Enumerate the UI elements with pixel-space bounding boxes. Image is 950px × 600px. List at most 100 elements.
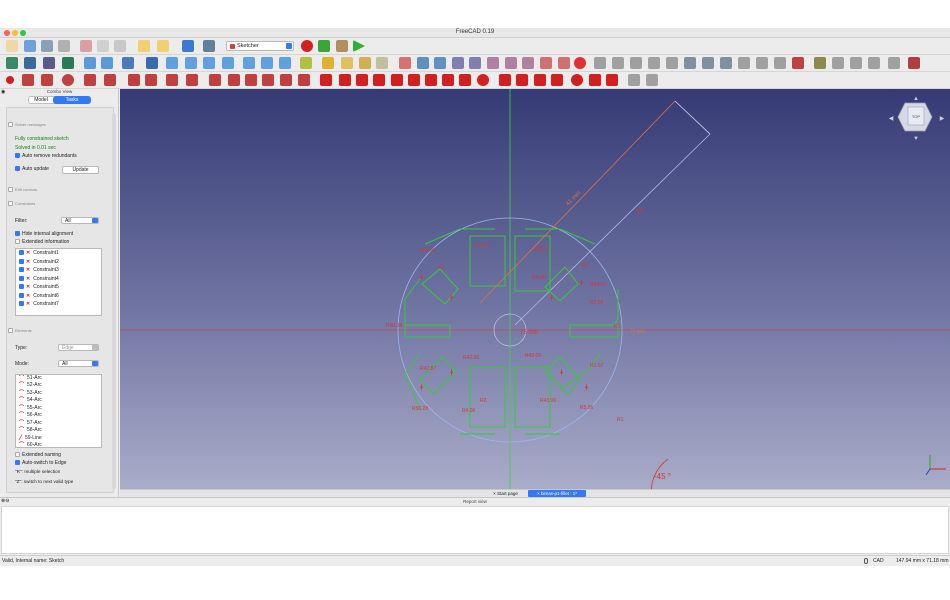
element-row[interactable]: ⌒ 56-Arc	[16, 412, 101, 420]
filter-select[interactable]: All	[61, 217, 99, 224]
constraints-section[interactable]: Constraints	[8, 201, 35, 207]
validate-sketch-icon[interactable]	[487, 57, 499, 69]
rectangle-icon[interactable]	[145, 74, 157, 86]
redo-icon[interactable]	[157, 40, 169, 52]
front-view-icon[interactable]	[185, 57, 197, 69]
dimension-label[interactable]: 50	[636, 209, 643, 215]
extended-naming-checkbox[interactable]: Extended naming	[15, 452, 61, 458]
select-origin-icon[interactable]	[612, 57, 624, 69]
right-view-icon[interactable]	[222, 57, 234, 69]
report-output[interactable]	[1, 506, 949, 554]
point-icon[interactable]	[6, 76, 14, 84]
polyline-icon[interactable]	[128, 74, 140, 86]
constraint-row[interactable]: ✕ Constraint7	[16, 300, 101, 309]
sketch-edit-icon[interactable]	[376, 57, 388, 69]
save-as-icon[interactable]	[58, 40, 70, 52]
tab-start-page[interactable]: × Start page	[483, 490, 528, 497]
navigation-cube[interactable]: TOP ▲ ▼ ◀ ▶	[889, 96, 945, 142]
lock-icon[interactable]	[499, 74, 511, 86]
delete-geometry-icon[interactable]	[792, 57, 804, 69]
part-icon[interactable]	[322, 57, 334, 69]
view-sketch-icon[interactable]	[417, 57, 429, 69]
edit-controls-section[interactable]: Edit controls	[8, 187, 37, 193]
element-row[interactable]: ⌒ 58-Arc	[16, 427, 101, 435]
sketch-canvas[interactable]: R42.87 R2 R42.61 R20.9 R4.06 R2 R43.07 R5.06 R…	[120, 89, 950, 489]
save-icon[interactable]	[41, 40, 53, 52]
element-row[interactable]: ⌒ 54-Arc	[16, 397, 101, 405]
perpendicular-icon[interactable]	[408, 74, 420, 86]
coincident-icon[interactable]	[320, 74, 332, 86]
mode-select[interactable]: All	[58, 360, 99, 367]
extend-icon[interactable]	[245, 74, 257, 86]
vertical-icon[interactable]	[356, 74, 368, 86]
bspline-degree-icon[interactable]	[888, 57, 900, 69]
point-on-object-icon[interactable]	[339, 74, 351, 86]
snap-icon[interactable]	[832, 57, 844, 69]
extended-info-checkbox[interactable]: Extended information	[15, 239, 69, 245]
sync-view-icon[interactable]	[122, 57, 134, 69]
element-row[interactable]: ⌒ 55-Arc	[16, 405, 101, 413]
toggle-driving-icon[interactable]	[646, 74, 658, 86]
constraint-row[interactable]: ✕ Constraint2	[16, 258, 101, 267]
constraint-row[interactable]: ✕ Constraint1	[16, 249, 101, 258]
element-row[interactable]: ⌒ 57-Arc	[16, 420, 101, 428]
fillet-icon[interactable]	[209, 74, 221, 86]
refresh-icon[interactable]	[182, 40, 194, 52]
element-row[interactable]: ⌒ 60-Arc	[16, 442, 101, 447]
open-file-icon[interactable]	[24, 40, 36, 52]
type-select[interactable]: Edge	[58, 344, 99, 351]
distance-icon[interactable]	[551, 74, 563, 86]
select-conflicting-icon[interactable]	[648, 57, 660, 69]
parallel-icon[interactable]	[391, 74, 403, 86]
equal-icon[interactable]	[442, 74, 454, 86]
copy-icon[interactable]	[97, 40, 109, 52]
arc-icon[interactable]	[41, 74, 53, 86]
cut-icon[interactable]	[80, 40, 92, 52]
split-icon[interactable]	[262, 74, 274, 86]
show-hide-icon[interactable]	[684, 57, 696, 69]
constraint-row[interactable]: ✕ Constraint6	[16, 292, 101, 301]
element-row[interactable]: ⌒ 52-Arc	[16, 382, 101, 390]
record-macro-icon[interactable]	[301, 40, 313, 52]
tab-sketch-document[interactable]: × bimas-p1-fillet : 1*	[528, 490, 586, 497]
dimension-label[interactable]: 75 mm	[520, 330, 538, 336]
mirror-sketch-icon[interactable]	[522, 57, 534, 69]
map-sketch-icon[interactable]	[452, 57, 464, 69]
left-view-icon[interactable]	[279, 57, 291, 69]
auto-remove-checkbox[interactable]: Auto remove redundants	[15, 153, 77, 159]
block-icon[interactable]	[477, 74, 489, 86]
whats-this-icon[interactable]	[203, 40, 215, 52]
fit-selection-icon[interactable]	[24, 57, 36, 69]
symmetric-icon[interactable]	[459, 74, 471, 86]
hide-internal-checkbox[interactable]: Hide internal alignment	[15, 231, 73, 237]
dimension-label[interactable]: 41 mm	[565, 190, 582, 207]
sketch-viewport[interactable]: R42.87 R2 R42.61 R20.9 R4.06 R2 R43.07 R5.06 R…	[120, 89, 950, 489]
close-sketch-icon[interactable]	[574, 57, 586, 69]
bspline-draw-icon[interactable]	[104, 74, 116, 86]
constraint-row[interactable]: ✕ Constraint4	[16, 275, 101, 284]
symmetry-icon[interactable]	[720, 57, 732, 69]
angle-dimension[interactable]: -45 °	[654, 472, 671, 481]
select-constraints-icon[interactable]	[594, 57, 606, 69]
constraint-row[interactable]: ✕ Constraint3	[16, 266, 101, 275]
element-row[interactable]: ⌒ 51-Arc	[16, 375, 101, 382]
grid-icon[interactable]	[814, 57, 826, 69]
sketch-geom-icon[interactable]	[558, 57, 570, 69]
bounding-box-icon[interactable]	[62, 57, 74, 69]
conic-icon[interactable]	[84, 74, 96, 86]
workbench-selector[interactable]: Sketcher	[226, 41, 294, 51]
polygon-icon[interactable]	[166, 74, 178, 86]
select-axis-icon[interactable]	[630, 57, 642, 69]
close-icon[interactable]: ×	[537, 491, 540, 496]
task-panel-scrollbar[interactable]	[112, 113, 116, 489]
new-file-icon[interactable]	[6, 40, 18, 52]
top-view-icon[interactable]	[203, 57, 215, 69]
measure-icon[interactable]	[300, 57, 312, 69]
undo-icon[interactable]	[138, 40, 150, 52]
bspline-knot-icon[interactable]	[908, 57, 920, 69]
array-icon[interactable]	[774, 57, 786, 69]
paste-icon[interactable]	[114, 40, 126, 52]
vertical-distance-icon[interactable]	[534, 74, 546, 86]
tangent-icon[interactable]	[425, 74, 437, 86]
bottom-view-icon[interactable]	[261, 57, 273, 69]
